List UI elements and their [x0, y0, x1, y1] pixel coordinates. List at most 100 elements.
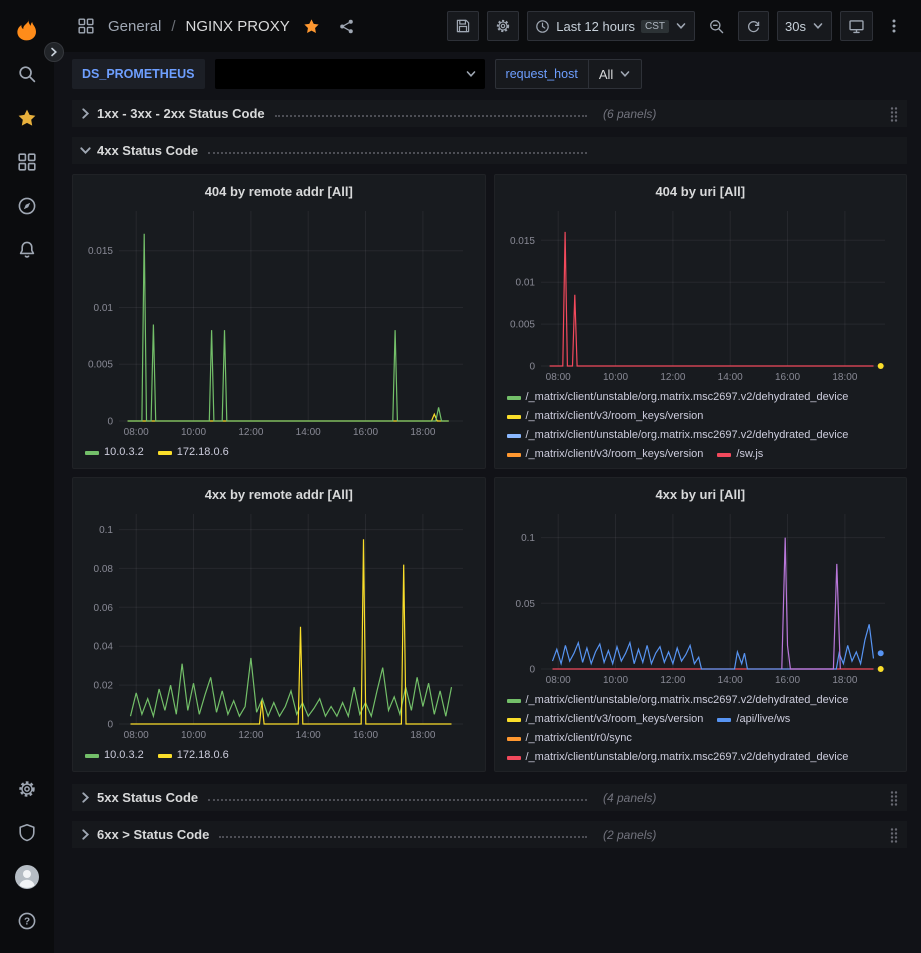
- legend-color-swatch: [507, 737, 521, 741]
- legend-label: /_matrix/client/unstable/org.matrix.msc2…: [526, 693, 849, 708]
- chevron-down-icon: [675, 20, 687, 32]
- search-icon[interactable]: [7, 52, 47, 96]
- datasource-select[interactable]: [215, 59, 485, 89]
- row-title: 4xx Status Code: [97, 143, 198, 158]
- request-host-select[interactable]: All: [589, 59, 642, 89]
- kebab-menu-icon[interactable]: [881, 11, 907, 41]
- svg-text:0.04: 0.04: [94, 642, 114, 653]
- time-series-chart[interactable]: 08:0010:0012:0014:0016:0018:0000.0050.01…: [81, 203, 477, 441]
- row-1xx-3xx-2xx[interactable]: 1xx - 3xx - 2xx Status Code (6 panels): [72, 100, 907, 127]
- panel-title[interactable]: 4xx by uri [All]: [503, 484, 899, 506]
- panel-legend: /_matrix/client/unstable/org.matrix.msc2…: [503, 689, 899, 763]
- dashboard-title[interactable]: NGINX PROXY: [186, 18, 290, 35]
- panel-grid: 404 by remote addr [All] 08:0010:0012:00…: [72, 174, 907, 772]
- row-5xx[interactable]: 5xx Status Code (4 panels): [72, 784, 907, 811]
- svg-text:0.08: 0.08: [94, 564, 114, 575]
- apps-grid-icon[interactable]: [72, 11, 100, 41]
- dashboard-settings-button[interactable]: [487, 11, 519, 41]
- legend-item[interactable]: /sw.js: [717, 447, 763, 460]
- row-panel-count: (6 panels): [603, 107, 656, 121]
- datasource-variable-label: DS_PROMETHEUS: [72, 59, 205, 89]
- share-icon[interactable]: [333, 11, 360, 41]
- dashboard-topbar: General / NGINX PROXY Last 12 hours: [54, 0, 921, 52]
- legend-color-swatch: [507, 699, 521, 703]
- svg-text:?: ?: [24, 917, 30, 928]
- legend-item[interactable]: /_matrix/client/r0/sync: [507, 731, 632, 746]
- legend-item[interactable]: /_matrix/client/v3/room_keys/version: [507, 712, 704, 727]
- legend-item[interactable]: /_matrix/client/unstable/org.matrix.msc2…: [507, 750, 849, 763]
- legend-item[interactable]: /_matrix/client/unstable/org.matrix.msc2…: [507, 693, 849, 708]
- legend-color-swatch: [507, 718, 521, 722]
- legend-item[interactable]: 10.0.3.2: [85, 748, 144, 763]
- legend-color-swatch: [158, 754, 172, 758]
- legend-color-swatch: [85, 451, 99, 455]
- time-series-chart[interactable]: 08:0010:0012:0014:0016:0018:0000.020.040…: [81, 506, 477, 744]
- chevron-right-icon: [80, 829, 91, 840]
- timezone-badge: CST: [641, 20, 669, 33]
- favorite-star-icon[interactable]: [298, 11, 325, 41]
- row-drag-handle[interactable]: [889, 827, 899, 843]
- legend-label: /_matrix/client/r0/sync: [526, 731, 632, 746]
- sidebar-expand-button[interactable]: [44, 42, 64, 62]
- legend-item[interactable]: /_matrix/client/v3/room_keys/version: [507, 409, 704, 424]
- svg-text:16:00: 16:00: [774, 675, 799, 686]
- legend-item[interactable]: /_matrix/client/unstable/org.matrix.msc2…: [507, 428, 849, 443]
- panel-title[interactable]: 404 by remote addr [All]: [81, 181, 477, 203]
- row-6xx[interactable]: 6xx > Status Code (2 panels): [72, 821, 907, 848]
- svg-text:08:00: 08:00: [545, 675, 570, 686]
- user-avatar[interactable]: [7, 855, 47, 899]
- svg-text:0: 0: [107, 720, 113, 731]
- svg-text:0: 0: [529, 665, 535, 676]
- svg-text:08:00: 08:00: [124, 427, 149, 438]
- starred-dashboards-icon[interactable]: [7, 96, 47, 140]
- panel-404-by-remote-addr: 404 by remote addr [All] 08:0010:0012:00…: [72, 174, 486, 469]
- explore-compass-icon[interactable]: [7, 184, 47, 228]
- svg-text:12:00: 12:00: [660, 675, 685, 686]
- panel-title[interactable]: 4xx by remote addr [All]: [81, 484, 477, 506]
- dashboards-icon[interactable]: [7, 140, 47, 184]
- time-range-picker[interactable]: Last 12 hours CST: [527, 11, 695, 41]
- row-drag-handle[interactable]: [889, 106, 899, 122]
- sidebar: ?: [0, 0, 54, 953]
- legend-item[interactable]: 172.18.0.6: [158, 445, 229, 460]
- configuration-gear-icon[interactable]: [7, 767, 47, 811]
- svg-text:14:00: 14:00: [717, 372, 742, 383]
- legend-item[interactable]: /_matrix/client/unstable/org.matrix.msc2…: [507, 390, 849, 405]
- legend-label: /_matrix/client/unstable/org.matrix.msc2…: [526, 428, 849, 443]
- legend-item[interactable]: 172.18.0.6: [158, 748, 229, 763]
- legend-item[interactable]: 10.0.3.2: [85, 445, 144, 460]
- grafana-logo[interactable]: [7, 8, 47, 52]
- cycle-view-mode-button[interactable]: [840, 11, 873, 41]
- chevron-down-icon: [619, 68, 631, 80]
- row-title: 1xx - 3xx - 2xx Status Code: [97, 106, 265, 121]
- row-panel-count: (2 panels): [603, 828, 656, 842]
- refresh-interval-dropdown[interactable]: 30s: [777, 11, 832, 41]
- save-icon: [455, 18, 471, 34]
- time-series-chart[interactable]: 08:0010:0012:0014:0016:0018:0000.050.1: [503, 506, 899, 689]
- server-admin-shield-icon[interactable]: [7, 811, 47, 855]
- dotted-leader: [208, 152, 587, 154]
- panel-legend: /_matrix/client/unstable/org.matrix.msc2…: [503, 386, 899, 460]
- legend-item[interactable]: /_matrix/client/v3/room_keys/version: [507, 447, 704, 460]
- row-4xx[interactable]: 4xx Status Code: [72, 137, 907, 164]
- alerting-bell-icon[interactable]: [7, 228, 47, 272]
- main-area: General / NGINX PROXY Last 12 hours: [54, 0, 921, 953]
- legend-color-swatch: [507, 453, 521, 457]
- chevron-down-icon: [812, 20, 824, 32]
- refresh-button[interactable]: [738, 11, 769, 41]
- monitor-icon: [848, 18, 865, 35]
- panel-title[interactable]: 404 by uri [All]: [503, 181, 899, 203]
- zoom-out-time-icon[interactable]: [703, 11, 730, 41]
- row-drag-handle[interactable]: [889, 790, 899, 806]
- time-series-chart[interactable]: 08:0010:0012:0014:0016:0018:0000.0050.01…: [503, 203, 899, 386]
- breadcrumb-section[interactable]: General: [108, 18, 161, 35]
- svg-text:16:00: 16:00: [353, 730, 378, 741]
- chevron-down-icon: [465, 68, 477, 80]
- legend-item[interactable]: /api/live/ws: [717, 712, 790, 727]
- svg-text:12:00: 12:00: [238, 730, 263, 741]
- svg-text:18:00: 18:00: [410, 730, 435, 741]
- save-dashboard-button[interactable]: [447, 11, 479, 41]
- legend-color-swatch: [507, 396, 521, 400]
- help-icon[interactable]: ?: [7, 899, 47, 943]
- sidebar-bottom: ?: [7, 767, 47, 943]
